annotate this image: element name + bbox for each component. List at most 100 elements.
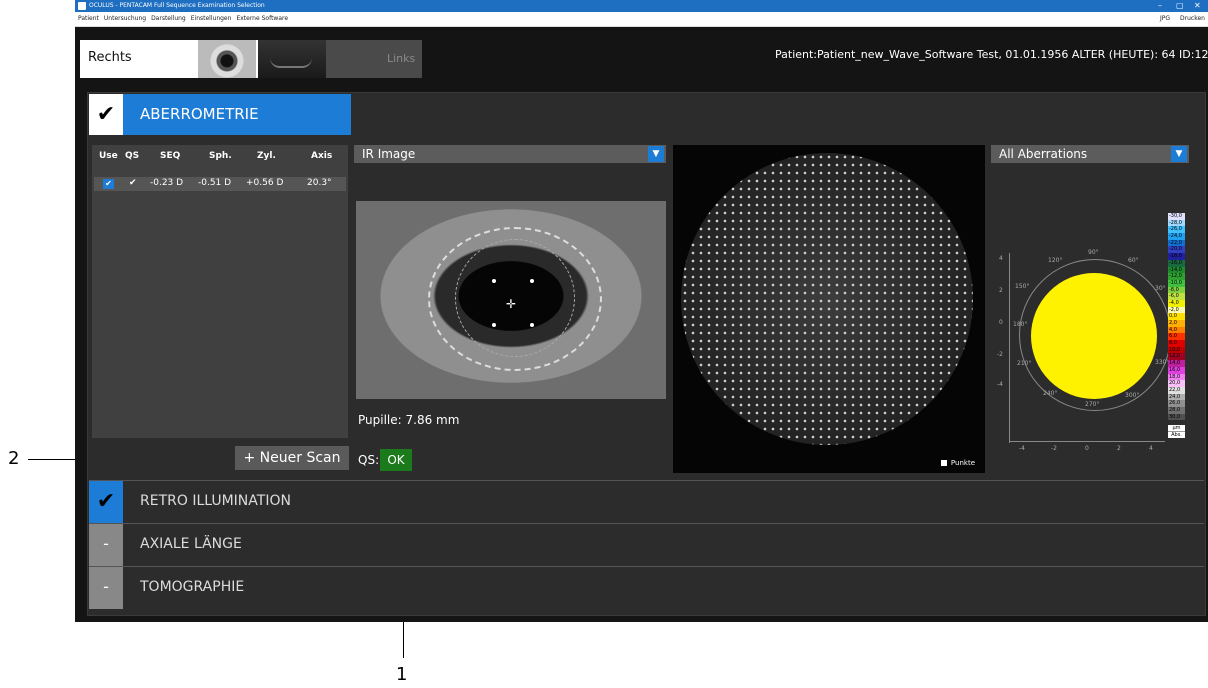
scale-step: 4,0 bbox=[1168, 326, 1185, 334]
scale-step: -12,0 bbox=[1168, 273, 1185, 280]
scale-step: 18,0 bbox=[1168, 373, 1185, 381]
callout-2: 2 bbox=[8, 448, 20, 469]
closed-eye-icon[interactable] bbox=[258, 40, 326, 78]
callout-1: 1 bbox=[396, 664, 408, 685]
pupil-size: Pupille: 7.86 mm bbox=[358, 413, 460, 427]
section-tomographie[interactable]: - TOMOGRAPHIE bbox=[89, 566, 1204, 609]
menu-externe-software[interactable]: Externe Software bbox=[236, 15, 288, 22]
ir-image-dropdown[interactable]: IR Image ▼ bbox=[354, 145, 666, 163]
scan-table: Use QS SEQ Sph. Zyl. Axis ✔ ✔ -0.23 D -0… bbox=[92, 145, 348, 438]
scale-step: 6,0 bbox=[1168, 333, 1185, 341]
eye-selector: Rechts Links bbox=[80, 40, 422, 78]
aberration-map: All Aberrations ▼ 4 2 0 -2 -4 -4 -2 0 2 … bbox=[991, 145, 1189, 473]
scale-step: -2,0 bbox=[1168, 306, 1185, 314]
x-axis bbox=[1009, 441, 1165, 442]
title-bar: OCULUS - PENTACAM Full Sequence Examinat… bbox=[75, 0, 1208, 12]
color-scale: -30,0 -28,0 -26,0 -24,0 -22,0 -20,0 -18,0 -16,0… bbox=[1168, 213, 1185, 421]
scale-step: 0,0 bbox=[1168, 313, 1185, 320]
menu-patient[interactable]: Patient bbox=[78, 15, 99, 22]
cell-axis: 20.3° bbox=[307, 178, 332, 188]
menu-drucken[interactable]: Drucken bbox=[1180, 12, 1205, 26]
scale-step: 14,0 bbox=[1168, 360, 1185, 367]
eye-left-label[interactable]: Links bbox=[387, 52, 415, 65]
reflex-dot bbox=[492, 279, 496, 283]
section-retro-illumination[interactable]: ✔ RETRO ILLUMINATION bbox=[89, 480, 1204, 523]
scale-step: 22,0 bbox=[1168, 386, 1185, 394]
x-tick: -4 bbox=[1019, 445, 1025, 452]
y-tick: 0 bbox=[999, 319, 1003, 326]
dropdown-arrow-icon: ▼ bbox=[648, 146, 664, 162]
close-icon[interactable]: ✕ bbox=[1194, 0, 1201, 12]
window-title: OCULUS - PENTACAM Full Sequence Examinat… bbox=[89, 2, 265, 9]
col-use: Use bbox=[99, 151, 118, 161]
checkmark-icon: ✔ bbox=[89, 481, 123, 523]
qs-label: QS: bbox=[358, 453, 380, 467]
section-axial-label: AXIALE LÄNGE bbox=[140, 536, 242, 552]
use-checkbox[interactable]: ✔ bbox=[103, 179, 114, 189]
y-tick: -2 bbox=[997, 351, 1003, 358]
scale-step: -20,0 bbox=[1168, 246, 1185, 254]
punkte-checkbox[interactable]: Punkte bbox=[940, 459, 975, 467]
cell-seq: -0.23 D bbox=[150, 178, 184, 188]
y-tick: -4 bbox=[997, 381, 1003, 388]
aberrations-dropdown[interactable]: All Aberrations ▼ bbox=[991, 145, 1189, 163]
scale-step: 20,0 bbox=[1168, 380, 1185, 387]
open-eye-icon[interactable] bbox=[198, 40, 256, 78]
scale-step: -8,0 bbox=[1168, 286, 1185, 294]
reflex-dot bbox=[492, 323, 496, 327]
angle-label: 300° bbox=[1125, 392, 1140, 399]
aberration-disc bbox=[1031, 273, 1157, 399]
spot-disc bbox=[681, 153, 973, 445]
scale-step: 28,0 bbox=[1168, 406, 1185, 414]
scale-step: -10,0 bbox=[1168, 279, 1185, 287]
scale-step: 24,0 bbox=[1168, 393, 1185, 401]
scale-step: -6,0 bbox=[1168, 293, 1185, 300]
col-axis: Axis bbox=[311, 151, 333, 161]
units-box: µm Abs. bbox=[1168, 425, 1185, 438]
section-aberrometrie[interactable]: ✔ ABERROMETRIE bbox=[89, 94, 351, 135]
scale-step: 10,0 bbox=[1168, 346, 1185, 354]
angle-label: 180° bbox=[1013, 321, 1028, 328]
dash-icon: - bbox=[89, 524, 123, 566]
scale-step: 12,0 bbox=[1168, 353, 1185, 361]
menu-einstellungen[interactable]: Einstellungen bbox=[191, 15, 232, 22]
maximize-icon[interactable]: ▢ bbox=[1176, 0, 1184, 12]
angle-label: 120° bbox=[1048, 257, 1063, 264]
dash-icon: - bbox=[89, 567, 123, 609]
menu-untersuchung[interactable]: Untersuchung bbox=[104, 15, 146, 22]
angle-label: 270° bbox=[1085, 401, 1100, 408]
checkbox-icon bbox=[940, 460, 947, 466]
menu-darstellung[interactable]: Darstellung bbox=[151, 15, 186, 22]
table-row[interactable]: ✔ ✔ -0.23 D -0.51 D +0.56 D 20.3° bbox=[94, 177, 346, 191]
col-sph: Sph. bbox=[209, 151, 232, 161]
patient-info: Patient:Patient_new_Wave_Software Test, … bbox=[775, 48, 1208, 61]
examination-panel: ✔ ABERROMETRIE Use QS SEQ Sph. Zyl. Axis… bbox=[87, 92, 1206, 616]
ir-eye-image: ✛ bbox=[356, 201, 666, 399]
scale-step: -28,0 bbox=[1168, 219, 1185, 227]
qs-ok-badge[interactable]: OK bbox=[380, 449, 412, 471]
pentacam-window: OCULUS - PENTACAM Full Sequence Examinat… bbox=[75, 0, 1208, 622]
angle-label: 150° bbox=[1015, 283, 1030, 290]
cell-zyl: +0.56 D bbox=[246, 178, 284, 188]
section-aberrometrie-label: ABERROMETRIE bbox=[140, 105, 259, 123]
section-tomo-label: TOMOGRAPHIE bbox=[140, 579, 245, 595]
menu-jpg[interactable]: JPG bbox=[1160, 12, 1170, 26]
qs-check-icon: ✔ bbox=[129, 178, 137, 188]
section-axiale-laenge[interactable]: - AXIALE LÄNGE bbox=[89, 523, 1204, 566]
scale-step: 8,0 bbox=[1168, 340, 1185, 347]
col-zyl: Zyl. bbox=[257, 151, 276, 161]
menu-bar: Patient Untersuchung Darstellung Einstellun… bbox=[75, 12, 1208, 27]
scale-step: -16,0 bbox=[1168, 259, 1185, 267]
reflex-dot bbox=[530, 323, 534, 327]
new-scan-button[interactable]: + Neuer Scan bbox=[235, 446, 349, 470]
minimize-icon[interactable]: – bbox=[1158, 0, 1162, 12]
eye-right-label[interactable]: Rechts bbox=[88, 50, 132, 65]
scale-step: -4,0 bbox=[1168, 299, 1185, 307]
unit-abs: Abs. bbox=[1168, 431, 1185, 438]
spot-pattern-image: Punkte bbox=[673, 145, 985, 473]
oculus-logo-icon bbox=[78, 2, 86, 10]
x-tick: 2 bbox=[1117, 445, 1121, 452]
x-tick: 4 bbox=[1149, 445, 1153, 452]
section-retro-label: RETRO ILLUMINATION bbox=[140, 493, 291, 509]
scale-step: -30,0 bbox=[1168, 213, 1185, 220]
